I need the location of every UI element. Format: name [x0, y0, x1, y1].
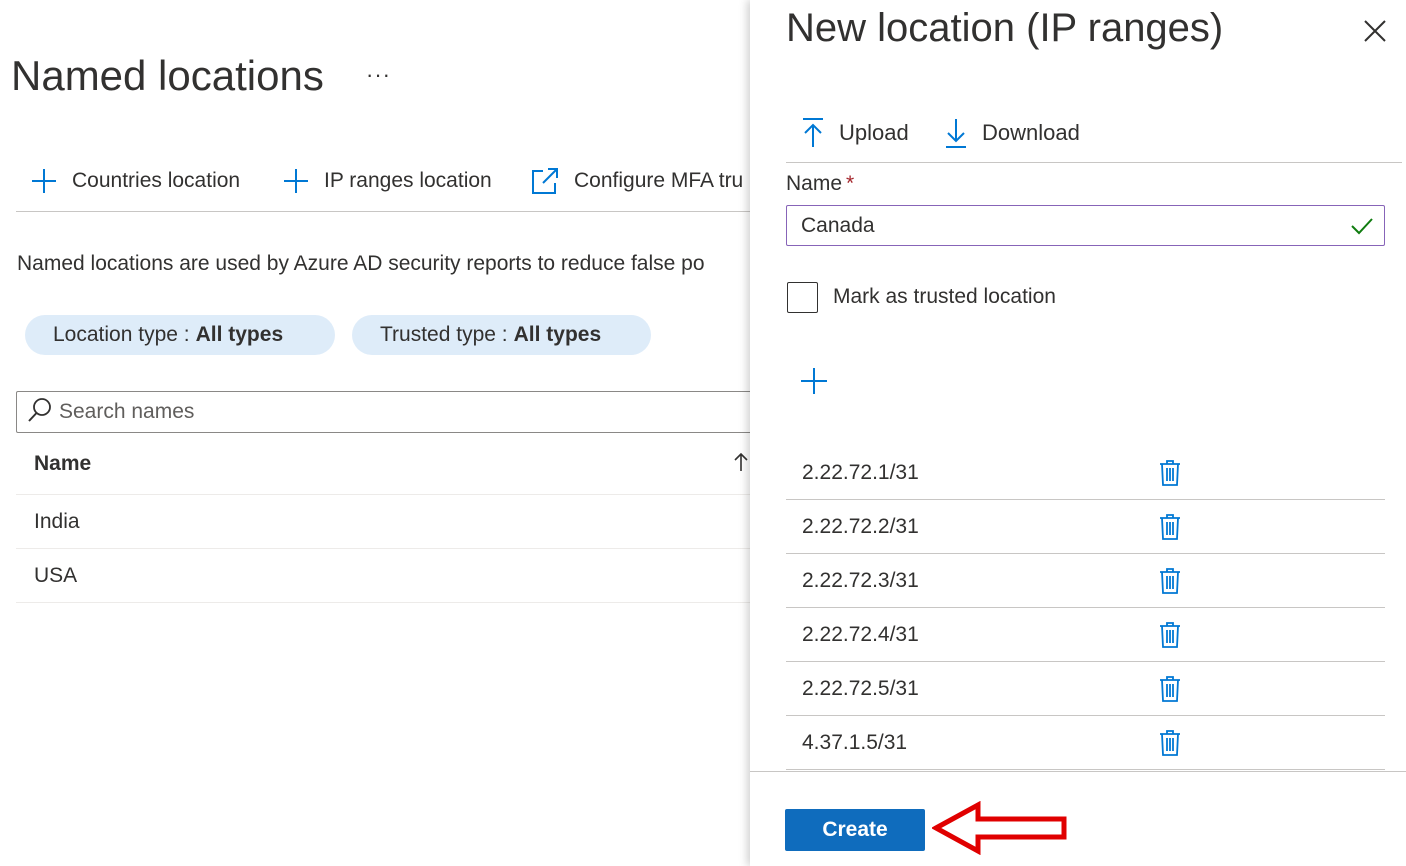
column-header-name[interactable]: Name: [34, 452, 91, 476]
create-button[interactable]: Create: [785, 809, 925, 851]
name-label-text: Name: [786, 172, 843, 195]
plus-icon: [30, 167, 58, 195]
location-type-filter[interactable]: Location type : All types: [25, 315, 335, 355]
name-input[interactable]: [786, 205, 1385, 246]
required-indicator: *: [846, 172, 855, 195]
trusted-type-filter[interactable]: Trusted type : All types: [352, 315, 651, 355]
name-field-label: Name *: [786, 172, 854, 196]
trusted-type-filter-label: Trusted type :: [380, 323, 508, 346]
ip-range-item: 2.22.72.3/31: [802, 569, 919, 592]
trash-icon[interactable]: [1158, 620, 1182, 650]
ip-range-item: 2.22.72.2/31: [802, 515, 919, 538]
page-description: Named locations are used by Azure AD sec…: [17, 252, 705, 275]
search-input[interactable]: [59, 396, 659, 428]
add-ip-range-button[interactable]: [799, 366, 829, 396]
upload-label: Upload: [839, 120, 909, 145]
annotation-arrow-icon: [932, 801, 1068, 855]
configure-mfa-trusted-ips-button[interactable]: Configure MFA tru: [530, 166, 743, 196]
download-label: Download: [982, 120, 1080, 145]
ip-range-divider: [786, 661, 1385, 662]
toolbar-divider: [786, 162, 1402, 163]
table-divider: [16, 602, 750, 603]
ip-range-item: 2.22.72.1/31: [802, 461, 919, 484]
trusted-location-checkbox[interactable]: [787, 282, 818, 313]
command-bar-divider: [16, 211, 750, 212]
trash-icon[interactable]: [1158, 728, 1182, 758]
ip-range-divider: [786, 769, 1385, 770]
trash-icon[interactable]: [1158, 674, 1182, 704]
search-icon: [27, 397, 53, 425]
ip-range-item: 2.22.72.4/31: [802, 623, 919, 646]
trash-icon[interactable]: [1158, 566, 1182, 596]
close-icon[interactable]: [1362, 18, 1388, 44]
ip-range-divider: [786, 499, 1385, 500]
location-type-filter-label: Location type :: [53, 323, 190, 346]
plus-icon: [282, 167, 310, 195]
configure-mfa-label: Configure MFA tru: [574, 169, 744, 192]
page-title: Named locations: [11, 52, 324, 99]
ip-ranges-location-button[interactable]: IP ranges location: [282, 166, 492, 196]
trash-icon[interactable]: [1158, 458, 1182, 488]
download-icon: [944, 117, 968, 149]
ip-range-divider: [786, 553, 1385, 554]
table-divider: [16, 494, 750, 495]
ip-ranges-location-label: IP ranges location: [324, 169, 492, 192]
table-row[interactable]: USA: [34, 564, 77, 588]
trusted-location-label[interactable]: Mark as trusted location: [833, 285, 1056, 309]
checkmark-icon: [1350, 216, 1374, 236]
external-link-icon: [530, 166, 560, 196]
panel-title: New location (IP ranges): [786, 6, 1224, 50]
table-row[interactable]: India: [34, 510, 80, 534]
countries-location-button[interactable]: Countries location: [30, 166, 240, 196]
countries-location-label: Countries location: [72, 169, 241, 192]
upload-icon: [801, 117, 825, 149]
ip-range-divider: [786, 607, 1385, 608]
sort-up-icon[interactable]: [732, 451, 750, 473]
trusted-type-filter-value: All types: [513, 323, 602, 346]
ip-range-item: 4.37.1.5/31: [802, 731, 908, 754]
panel-footer-divider: [750, 771, 1406, 772]
download-button[interactable]: Download: [944, 115, 1080, 151]
more-options-button[interactable]: ···: [366, 62, 391, 88]
ip-range-divider: [786, 715, 1385, 716]
trash-icon[interactable]: [1158, 512, 1182, 542]
table-divider: [16, 548, 750, 549]
location-type-filter-value: All types: [195, 323, 284, 346]
upload-button[interactable]: Upload: [801, 115, 909, 151]
ip-range-item: 2.22.72.5/31: [802, 677, 919, 700]
